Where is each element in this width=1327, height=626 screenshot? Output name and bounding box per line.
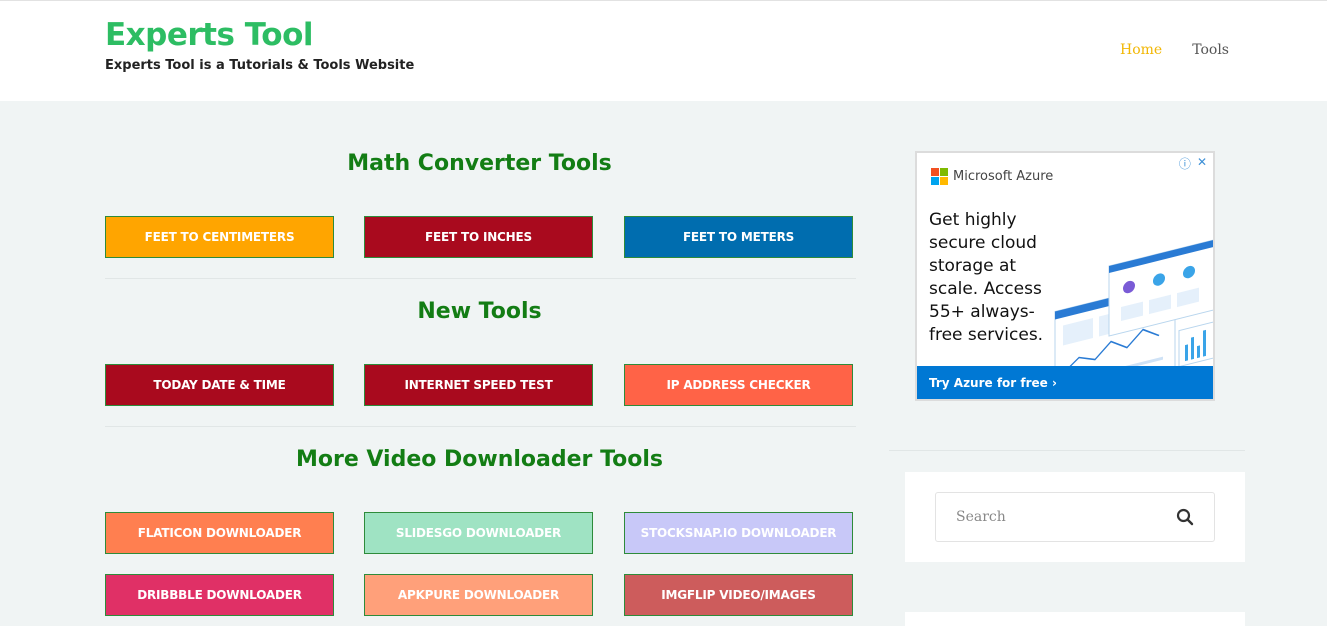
slidesgo-downloader-button[interactable]: SLIDESGO DOWNLOADER — [364, 512, 593, 554]
azure-ad-banner[interactable]: Microsoft Azure ⓘ ✕ Get highly secure cl… — [915, 151, 1215, 401]
microsoft-logo: Microsoft Azure — [931, 168, 1053, 185]
section-divider — [105, 426, 856, 427]
try-azure-button[interactable]: Try Azure for free › — [917, 366, 1213, 399]
sidebar-widget — [905, 612, 1245, 626]
ip-address-checker-button[interactable]: IP ADDRESS CHECKER — [624, 364, 853, 406]
imgflip-video-images-button[interactable]: IMGFLIP VIDEO/IMAGES — [624, 574, 853, 616]
site-header: Experts Tool Experts Tool is a Tutorials… — [0, 0, 1327, 101]
dashboard-illustration — [1054, 237, 1213, 373]
site-tagline: Experts Tool is a Tutorials & Tools Webs… — [105, 58, 415, 73]
search-input[interactable] — [936, 493, 1166, 541]
main-nav: Home Tools — [1120, 42, 1229, 58]
feet-to-centimeters-button[interactable]: FEET TO CENTIMETERS — [105, 216, 334, 258]
site-title[interactable]: Experts Tool — [105, 17, 314, 53]
ad-brand-name: Microsoft Azure — [953, 169, 1054, 184]
section-title-video-downloader: More Video Downloader Tools — [295, 447, 664, 472]
feet-to-meters-button[interactable]: FEET TO METERS — [624, 216, 853, 258]
close-icon[interactable]: ✕ — [1197, 155, 1207, 172]
ad-headline: Get highly secure cloud storage at scale… — [929, 210, 1044, 345]
stocksnap-downloader-button[interactable]: STOCKSNAP.IO DOWNLOADER — [624, 512, 853, 554]
search-box — [935, 492, 1215, 542]
nav-home-link[interactable]: Home — [1120, 42, 1162, 58]
info-icon[interactable]: ⓘ — [1179, 155, 1191, 172]
section-divider — [105, 278, 856, 279]
microsoft-squares-icon — [931, 168, 948, 185]
search-widget — [905, 472, 1245, 562]
apkpure-downloader-button[interactable]: APKPURE DOWNLOADER — [364, 574, 593, 616]
section-title-math-converter: Math Converter Tools — [347, 151, 612, 176]
flaticon-downloader-button[interactable]: FLATICON DOWNLOADER — [105, 512, 334, 554]
today-date-time-button[interactable]: TODAY DATE & TIME — [105, 364, 334, 406]
internet-speed-test-button[interactable]: INTERNET SPEED TEST — [364, 364, 593, 406]
feet-to-inches-button[interactable]: FEET TO INCHES — [364, 216, 593, 258]
section-title-new-tools: New Tools — [417, 299, 542, 324]
dribbble-downloader-button[interactable]: DRIBBBLE DOWNLOADER — [105, 574, 334, 616]
nav-tools-link[interactable]: Tools — [1192, 42, 1229, 58]
sidebar-divider — [889, 450, 1245, 451]
ad-choices: ⓘ ✕ — [1179, 155, 1207, 172]
search-icon[interactable] — [1176, 508, 1194, 526]
